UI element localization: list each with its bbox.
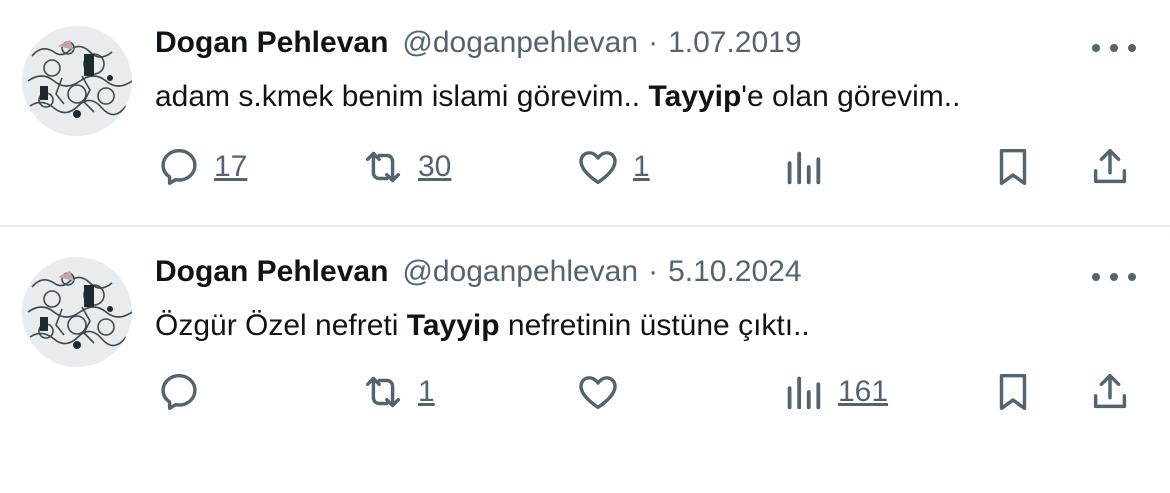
author-handle[interactable]: @doganpehlevan — [402, 255, 638, 289]
reply-icon — [161, 373, 197, 411]
tweet-text-part: adam s.kmek benim islami görevim.. — [155, 80, 649, 113]
reply-icon — [161, 148, 197, 186]
tweet-header: Dogan Pehlevan @doganpehlevan · 5.10.202… — [155, 255, 802, 295]
views-button[interactable]: 161 — [780, 367, 888, 417]
share-button[interactable] — [1087, 367, 1133, 417]
like-icon — [579, 376, 617, 410]
tweet-date[interactable]: 1.07.2019 — [668, 26, 801, 60]
bookmark-icon — [999, 373, 1027, 411]
tweet-header: Dogan Pehlevan @doganpehlevan · 1.07.201… — [155, 26, 802, 66]
share-icon — [1093, 148, 1127, 184]
tweet-text-bold: Tayyip — [406, 309, 500, 342]
author-name[interactable]: Dogan Pehlevan — [155, 26, 388, 60]
author-name[interactable]: Dogan Pehlevan — [155, 255, 388, 289]
reply-button[interactable]: 17 — [156, 142, 247, 192]
reply-count[interactable]: 17 — [214, 150, 247, 184]
views-count[interactable]: 161 — [838, 375, 888, 409]
share-button[interactable] — [1087, 142, 1133, 192]
tweet-text-part: nefretinin üstüne çıktı.. — [499, 309, 810, 342]
retweet-button[interactable]: 1 — [360, 367, 435, 417]
more-icon[interactable] — [1092, 38, 1136, 58]
share-icon — [1093, 373, 1127, 409]
more-icon[interactable] — [1092, 267, 1136, 287]
reply-button[interactable] — [156, 367, 214, 417]
action-bar: 1 161 — [0, 367, 1170, 417]
bookmark-button[interactable] — [990, 367, 1036, 417]
retweet-button[interactable]: 30 — [360, 142, 451, 192]
tweet-text-part: Özgür Özel nefreti — [155, 309, 407, 342]
retweet-icon — [365, 151, 401, 183]
tweet[interactable]: Dogan Pehlevan @doganpehlevan · 5.10.202… — [0, 227, 1170, 493]
bookmark-button[interactable] — [990, 142, 1036, 192]
retweet-icon — [365, 376, 401, 408]
views-icon — [787, 376, 821, 410]
like-count[interactable]: 1 — [633, 150, 650, 184]
retweet-count[interactable]: 30 — [418, 150, 451, 184]
avatar[interactable] — [22, 26, 132, 136]
views-button[interactable] — [780, 142, 838, 192]
like-button[interactable]: 1 — [575, 142, 650, 192]
action-bar: 17 30 1 — [0, 142, 1170, 192]
like-button[interactable] — [575, 367, 633, 417]
views-icon — [787, 151, 821, 185]
tweet[interactable]: Dogan Pehlevan @doganpehlevan · 1.07.201… — [0, 0, 1170, 226]
tweet-text-part: 'e olan görevim.. — [741, 80, 961, 113]
separator: · — [648, 26, 659, 59]
retweet-count[interactable]: 1 — [418, 375, 435, 409]
tweet-text-bold: Tayyip — [648, 80, 742, 113]
author-handle[interactable]: @doganpehlevan — [402, 26, 638, 60]
tweet-date[interactable]: 5.10.2024 — [668, 255, 801, 289]
like-icon — [579, 151, 617, 185]
bookmark-icon — [999, 148, 1027, 186]
avatar[interactable] — [22, 257, 132, 367]
tweet-text: Özgür Özel nefreti Tayyip nefretinin üst… — [155, 309, 810, 343]
tweet-text: adam s.kmek benim islami görevim.. Tayyi… — [155, 80, 960, 114]
separator: · — [648, 255, 659, 288]
